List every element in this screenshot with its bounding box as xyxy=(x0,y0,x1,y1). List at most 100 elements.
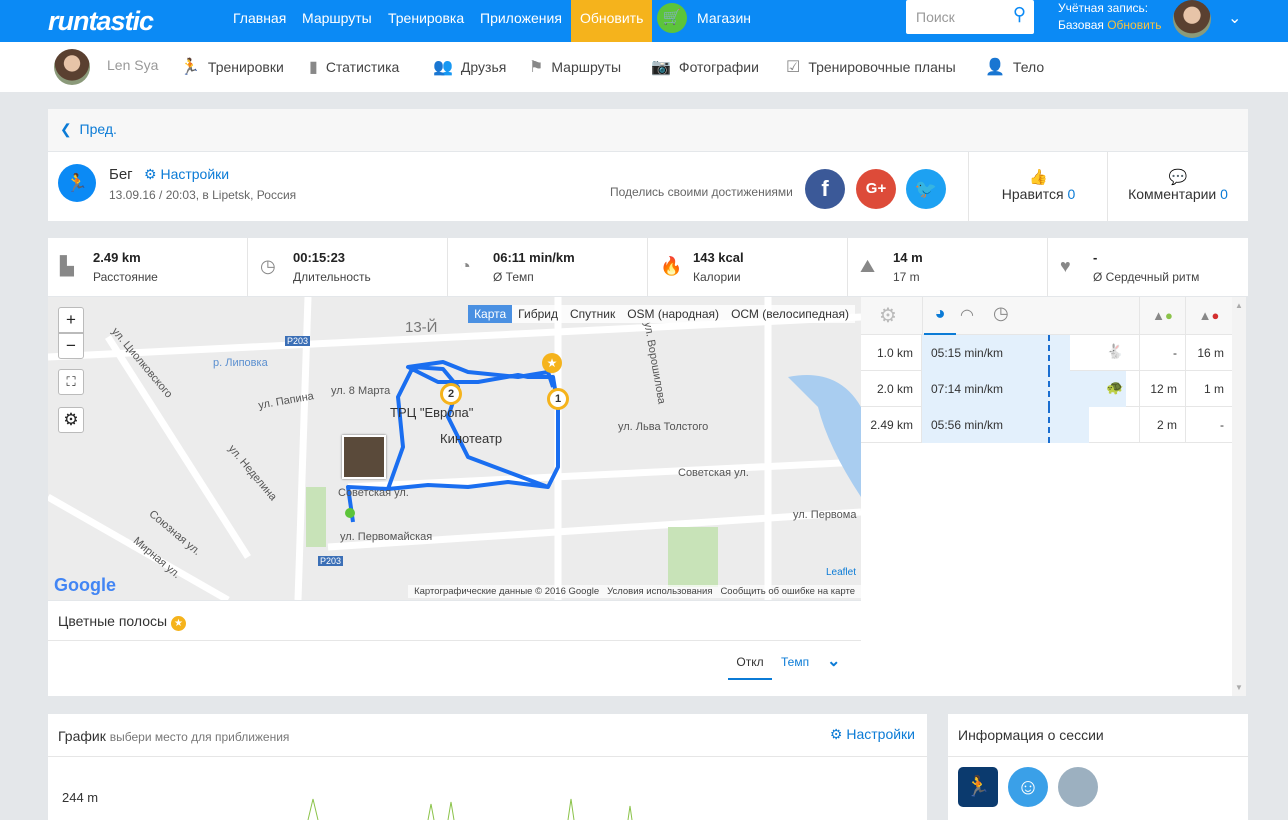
subnav-statistics[interactable]: ▮ Статистика xyxy=(309,57,399,77)
gear-icon[interactable]: ⚙ xyxy=(879,303,897,328)
twitter-share-button[interactable]: 🐦 xyxy=(906,169,946,209)
likes-count: 0 xyxy=(1067,186,1076,202)
nav-home[interactable]: Главная xyxy=(233,0,286,42)
map-type-map[interactable]: Карта xyxy=(468,305,513,323)
sport-type-icon: 🏃 xyxy=(958,767,998,807)
map-label: р. Липовка xyxy=(213,357,268,369)
gear-icon: ⚙ xyxy=(829,726,843,742)
flame-icon: 🔥 xyxy=(660,256,683,276)
road-shield: P203 xyxy=(318,556,344,566)
person-icon: 👤 xyxy=(985,59,1005,76)
leaflet-link[interactable]: Leaflet xyxy=(826,567,856,578)
runtastic-logo[interactable]: runtastic xyxy=(48,6,154,37)
map-type-osm[interactable]: OSM (народная) xyxy=(621,305,725,323)
settings-label: Настройки xyxy=(160,166,230,182)
activity-header: 🏃 Бег ⚙ Настройки 13.09.16 / 20:03, в Li… xyxy=(48,152,1248,221)
cart-icon[interactable]: 🛒 xyxy=(657,3,687,33)
color-bands-off-tab[interactable]: Откл xyxy=(728,655,772,680)
map-settings-gear-icon[interactable]: ⚙ xyxy=(58,407,84,433)
facebook-share-button[interactable]: f xyxy=(805,169,845,209)
report-link[interactable]: Сообщить об ошибке на карте xyxy=(720,586,855,597)
thumbs-up-icon: 👍 xyxy=(1029,169,1048,186)
pace-tab-icon[interactable]: ◕ xyxy=(924,303,956,335)
map-type-osm-cycle[interactable]: ОСМ (велосипедная) xyxy=(725,305,855,323)
subnav-label: Друзья xyxy=(460,59,507,75)
terms-link[interactable]: Условия использования xyxy=(607,586,712,597)
chevron-left-icon: ❮ xyxy=(60,121,72,137)
map-label: Кинотеатр xyxy=(440,431,503,446)
subnav-plans[interactable]: ☑ Тренировочные планы xyxy=(786,57,956,77)
elevation-graph-line[interactable] xyxy=(48,794,927,820)
upgrade-button[interactable]: Обновить xyxy=(571,0,653,42)
map-type-switcher: Карта Гибрид Спутник OSM (народная) ОСМ … xyxy=(468,305,855,323)
bar-chart-icon: ▮ xyxy=(309,59,318,76)
friends-icon: 👥 xyxy=(433,59,453,76)
search-icon[interactable]: ⚲ xyxy=(1013,4,1026,25)
signpost-icon: ⚑ xyxy=(529,59,544,76)
activity-settings-link[interactable]: ⚙ Настройки xyxy=(144,166,229,183)
stat-value: 14 m xyxy=(893,250,923,265)
scroll-up-icon[interactable]: ▲ xyxy=(1232,301,1246,310)
account-label: Учётная запись: xyxy=(1058,1,1149,15)
nav-training[interactable]: Тренировка xyxy=(388,0,464,42)
profile-avatar[interactable] xyxy=(54,49,90,85)
stat-value: 00:15:23 xyxy=(293,250,346,265)
subnav-body[interactable]: 👤 Тело xyxy=(985,57,1044,77)
subnav-label: Статистика xyxy=(325,59,400,75)
color-bands-panel: Цветные полосы ★ Откл Темп ⌄ xyxy=(48,601,861,696)
subnav-label: Маршруты xyxy=(551,59,622,75)
split-elevation-loss: 16 m xyxy=(1185,335,1232,371)
subnav-friends[interactable]: 👥 Друзья xyxy=(433,57,506,77)
map-type-hybrid[interactable]: Гибрид xyxy=(512,305,564,323)
activity-type: Бег xyxy=(109,166,133,183)
premium-star-icon: ★ xyxy=(170,616,186,631)
fullscreen-icon[interactable]: ⛶ xyxy=(58,369,84,395)
account-upgrade-link[interactable]: Обновить xyxy=(1107,18,1161,32)
map-label: ул. Льва Толстого xyxy=(618,421,709,433)
subnav-workouts[interactable]: 🏃 Тренировки xyxy=(180,57,284,77)
subnav-routes[interactable]: ⚑ Маршруты xyxy=(529,57,621,77)
splits-header: ⚙ ◕ ◠ ◷ ▲● ▲● xyxy=(861,297,1232,335)
nav-routes[interactable]: Маршруты xyxy=(302,0,372,42)
photo-marker[interactable] xyxy=(342,435,386,479)
stopwatch-tab-icon[interactable]: ◷ xyxy=(993,303,1009,324)
google-plus-share-button[interactable]: G+ xyxy=(856,169,896,209)
stat-value: - xyxy=(1093,250,1098,265)
color-bands-pace-tab[interactable]: Темп xyxy=(781,655,809,669)
stat-heart-rate: ♥ - Ø Сердечный ритм xyxy=(1048,238,1248,296)
map-label: Советская ул. xyxy=(678,467,749,479)
scroll-down-icon[interactable]: ▼ xyxy=(1232,683,1246,692)
nav-apps[interactable]: Приложения xyxy=(480,0,562,42)
finish-star-icon[interactable]: ★ xyxy=(542,353,562,373)
zoom-in-button[interactable]: + xyxy=(58,307,84,333)
zoom-out-button[interactable]: − xyxy=(58,333,84,359)
graph-settings-link[interactable]: ⚙ Настройки xyxy=(830,726,915,743)
user-avatar[interactable] xyxy=(1173,0,1211,38)
chevron-down-icon[interactable]: ⌄ xyxy=(1228,8,1241,28)
km-marker-2[interactable]: 2 xyxy=(440,383,462,405)
speedometer-tab-icon[interactable]: ◠ xyxy=(960,305,974,325)
comments-button[interactable]: 💬 Комментарии 0 xyxy=(1107,152,1248,221)
split-elevation-loss: 1 m xyxy=(1185,371,1232,407)
split-elevation-gain: 2 m xyxy=(1139,407,1185,443)
activity-date: 13.09.16 / 20:03, в Lipetsk, Россия xyxy=(109,188,297,202)
stat-duration: ◷ 00:15:23 Длительность xyxy=(248,238,448,296)
map-label: ул. Первома xyxy=(793,509,857,521)
km-marker-1[interactable]: 1 xyxy=(547,388,569,410)
splits-scrollbar[interactable]: ▲ ▼ xyxy=(1232,297,1246,696)
color-bands-label: Цветные полосы xyxy=(58,613,168,629)
subnav-photos[interactable]: 📷 Фотографии xyxy=(651,57,759,77)
like-button[interactable]: 👍 Нравится 0 xyxy=(968,152,1108,221)
chevron-down-icon[interactable]: ⌄ xyxy=(827,651,840,671)
route-map[interactable]: 13-Й ул. Циолковского р. Липовка ул. 8 М… xyxy=(48,297,861,600)
back-link[interactable]: ❮ Пред. xyxy=(60,121,117,138)
map-type-satellite[interactable]: Спутник xyxy=(564,305,621,323)
nav-shop[interactable]: Магазин xyxy=(697,0,751,42)
subnav-label: Фотографии xyxy=(678,59,759,75)
profile-name[interactable]: Len Sya xyxy=(107,57,158,73)
search-input[interactable]: Поиск ⚲ xyxy=(906,0,1034,34)
graph-hint: выбери место для приближения xyxy=(109,730,290,744)
graph-panel: График выбери место для приближения ⚙ На… xyxy=(48,714,927,820)
turtle-icon: 🐢 xyxy=(1106,379,1124,395)
road-shield: P203 xyxy=(285,336,311,346)
